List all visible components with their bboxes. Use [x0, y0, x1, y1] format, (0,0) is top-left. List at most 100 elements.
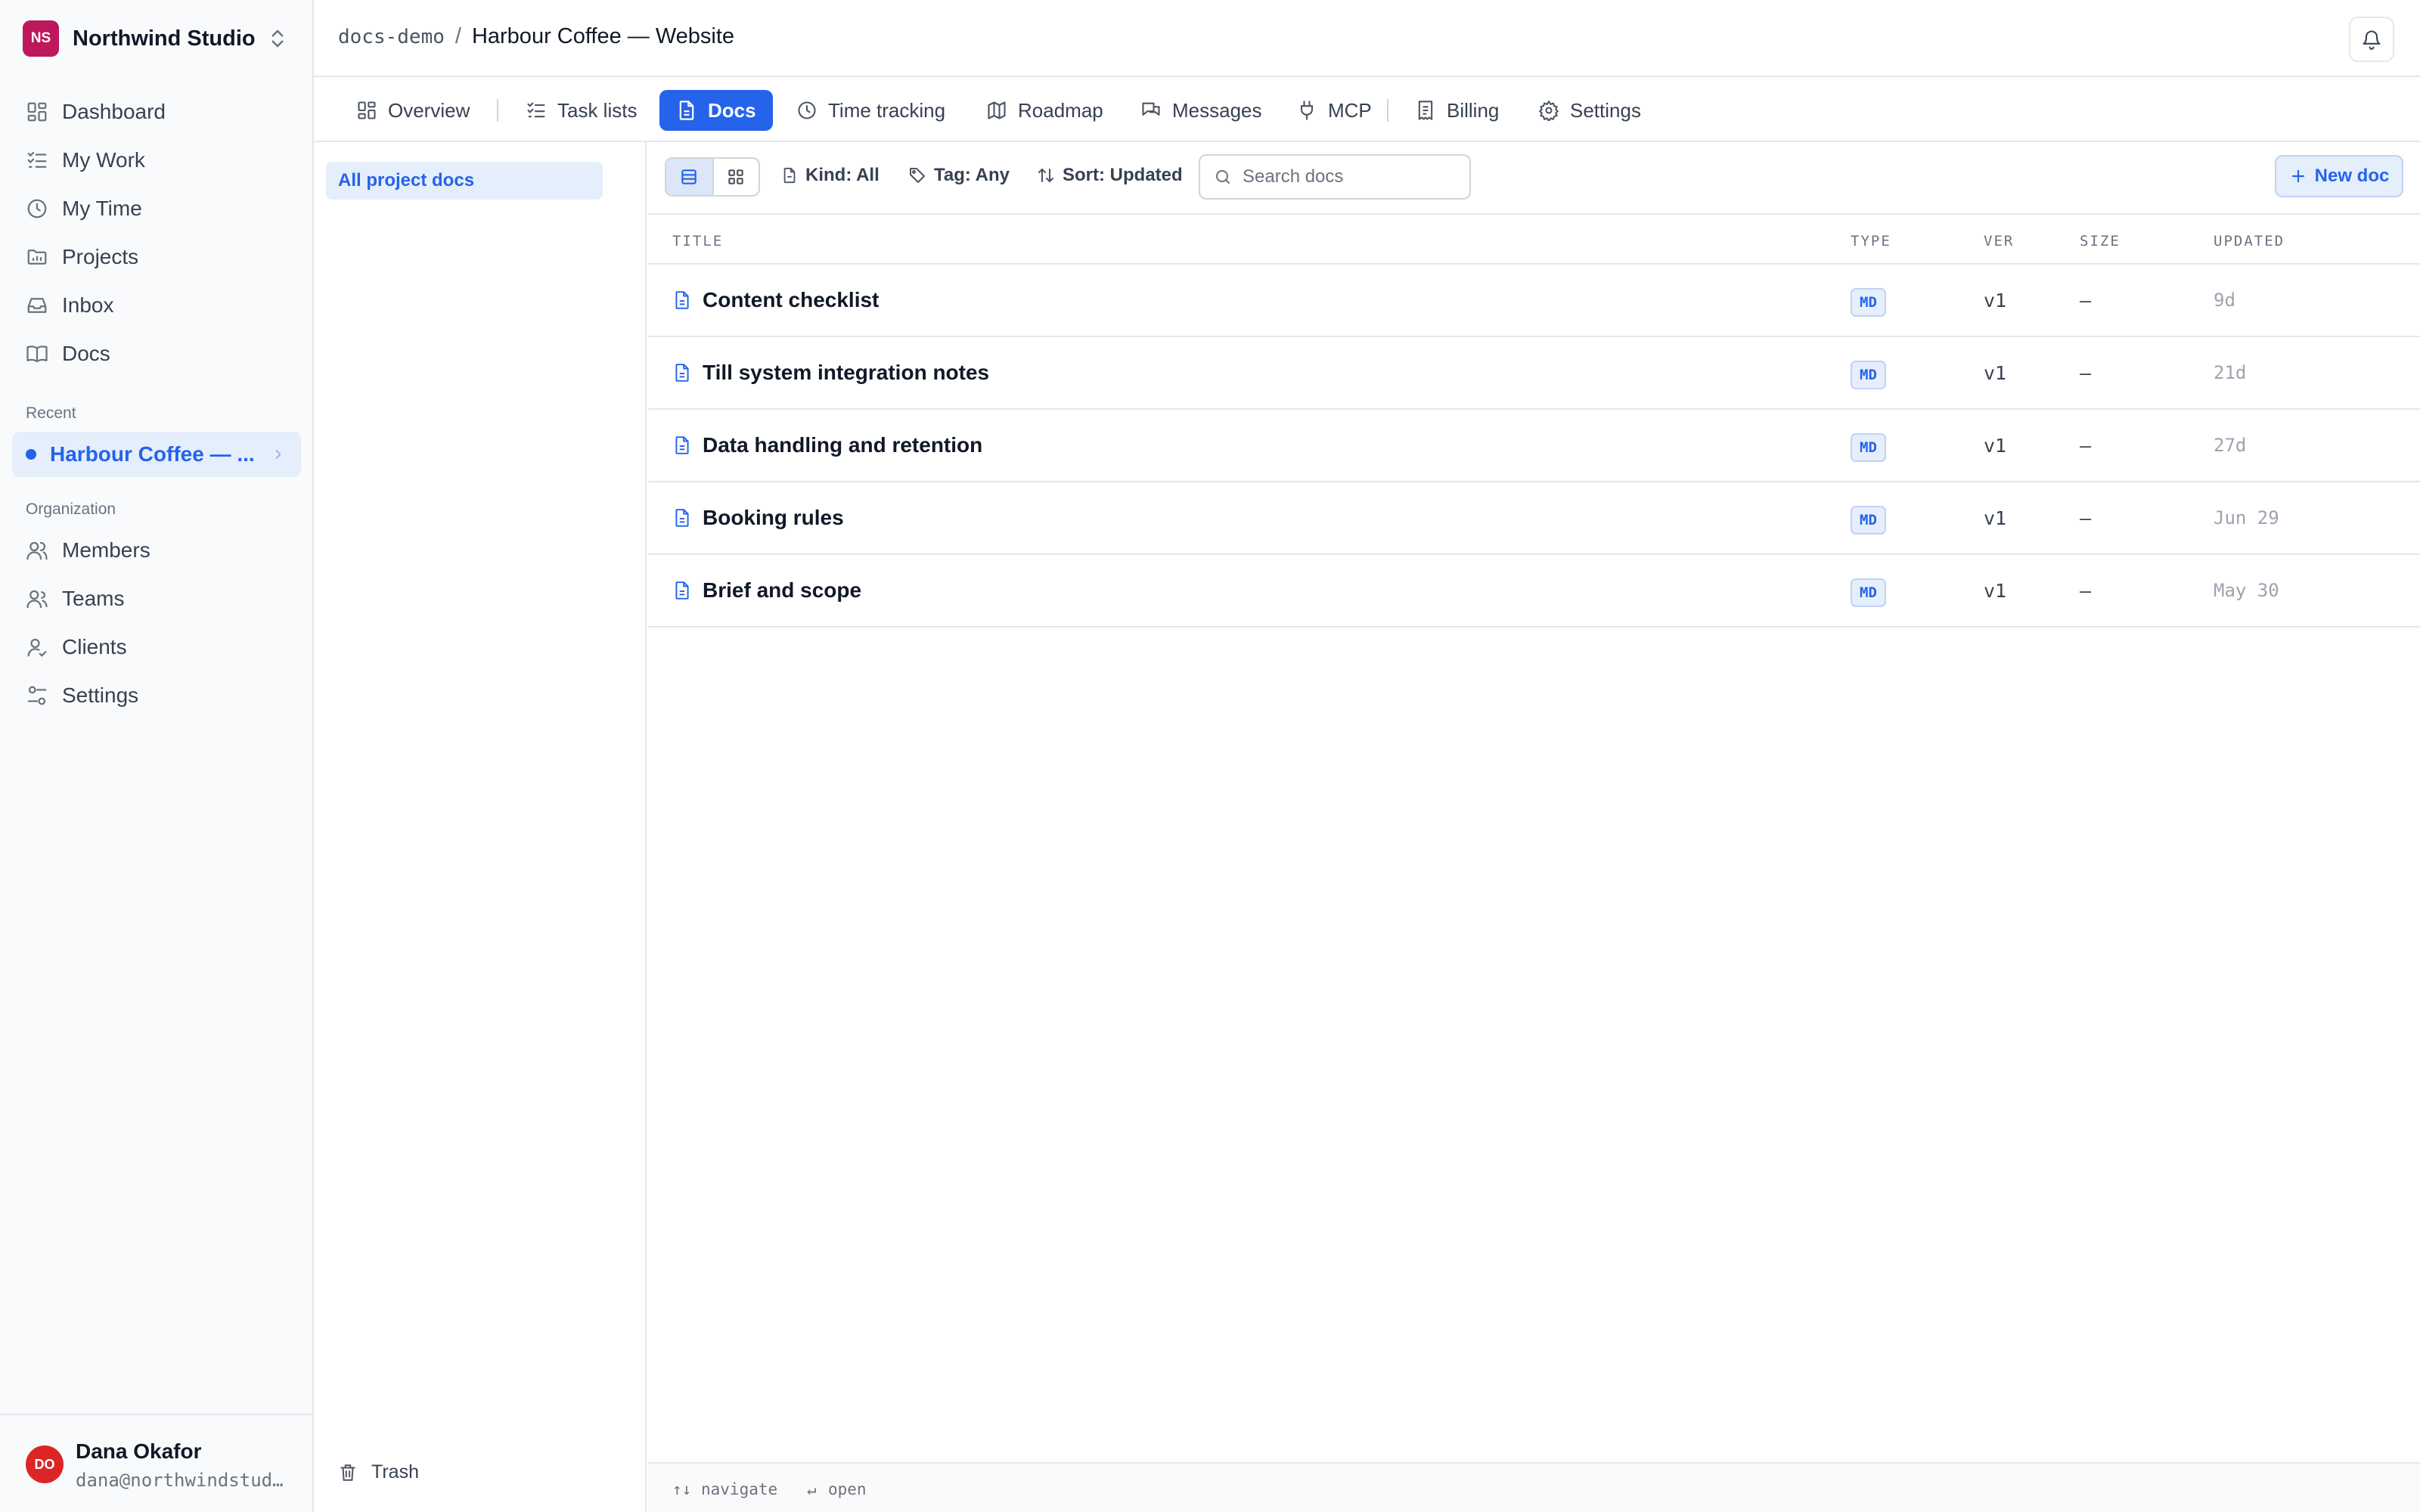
sidebar-item-teams[interactable]: Teams	[12, 578, 301, 620]
docs-main: Kind: All Tag: Any Sort: Updated New doc…	[648, 142, 2420, 1512]
kind-filter[interactable]: Kind: All	[781, 165, 880, 186]
tab-label: Roadmap	[1018, 98, 1103, 122]
sidebar-item-docs[interactable]: Docs	[12, 333, 301, 375]
sidebar-item-members[interactable]: Members	[12, 529, 301, 572]
doc-title: Data handling and retention	[703, 433, 983, 457]
team-icon	[26, 587, 48, 610]
trash-item[interactable]: Trash	[338, 1461, 419, 1483]
sidebar-item-settings[interactable]: Settings	[12, 674, 301, 717]
organization-section-label: Organization	[26, 500, 116, 518]
table-row[interactable]: Booking rules MD v1 — Jun 29	[648, 482, 2420, 555]
sidebar: NS Northwind Studio Dashboard My Work My…	[0, 0, 314, 1512]
doc-type-cell: MD	[1851, 555, 1886, 626]
tab-roadmap[interactable]: Roadmap	[977, 90, 1112, 131]
breadcrumb: docs-demo / Harbour Coffee — Website	[338, 24, 734, 49]
tab-divider	[1387, 99, 1388, 122]
sidebar-item-my-time[interactable]: My Time	[12, 187, 301, 230]
tab-time-tracking[interactable]: Time tracking	[787, 90, 954, 131]
column-header-type[interactable]: TYPE	[1851, 233, 1891, 249]
table-row[interactable]: Data handling and retention MD v1 — 27d	[648, 410, 2420, 482]
list-check-icon	[526, 100, 547, 121]
tab-messages[interactable]: Messages	[1131, 90, 1271, 131]
avatar: DO	[26, 1445, 64, 1483]
users-icon	[26, 539, 48, 562]
org-nav: Members Teams Clients Settings	[12, 529, 301, 723]
column-header-updated[interactable]: UPDATED	[2214, 233, 2285, 249]
sidebar-item-dashboard[interactable]: Dashboard	[12, 91, 301, 133]
tab-mcp[interactable]: MCP	[1287, 90, 1381, 131]
breadcrumb-project: Harbour Coffee — Website	[471, 24, 735, 48]
doc-title-cell: Data handling and retention	[672, 410, 982, 481]
table-row[interactable]: Content checklist MD v1 — 9d	[648, 265, 2420, 337]
bell-icon	[2361, 29, 2382, 50]
doc-type-cell: MD	[1851, 337, 1886, 408]
receipt-icon	[1415, 100, 1436, 121]
type-badge: MD	[1851, 288, 1886, 317]
doc-type-cell: MD	[1851, 410, 1886, 481]
recent-project-item[interactable]: Harbour Coffee — ...	[12, 432, 301, 477]
project-dot	[26, 449, 36, 460]
table-row[interactable]: Brief and scope MD v1 — May 30	[648, 555, 2420, 627]
tag-filter[interactable]: Tag: Any	[908, 165, 1010, 186]
keyboard-hints-bar: ↑↓ navigate ↵ open	[648, 1462, 2420, 1512]
breadcrumb-separator: /	[455, 24, 461, 48]
open-key-hint: ↵	[807, 1480, 817, 1498]
recent-project-label: Harbour Coffee — ...	[50, 442, 255, 466]
tab-docs[interactable]: Docs	[659, 90, 773, 131]
chevron-right-icon	[271, 447, 286, 462]
chevron-up-down-icon[interactable]	[266, 27, 289, 50]
user-profile[interactable]: DO Dana Okafor dana@northwindstud…	[0, 1414, 312, 1512]
org-logo: NS	[23, 20, 59, 57]
notifications-button[interactable]	[2349, 17, 2394, 62]
all-project-docs-item[interactable]: All project docs	[326, 162, 603, 200]
doc-updated: 9d	[2214, 290, 2235, 311]
gear-icon	[1538, 100, 1559, 121]
grid-view-icon	[726, 167, 746, 187]
table-row[interactable]: Till system integration notes MD v1 — 21…	[648, 337, 2420, 410]
doc-title: Booking rules	[703, 506, 844, 529]
org-switcher[interactable]: NS Northwind Studio	[23, 20, 295, 57]
tab-settings[interactable]: Settings	[1529, 90, 1650, 131]
column-header-size[interactable]: SIZE	[2080, 233, 2121, 249]
folder-icon	[26, 246, 48, 268]
doc-version: v1	[1984, 579, 2007, 602]
sidebar-item-clients[interactable]: Clients	[12, 626, 301, 668]
document-icon	[672, 508, 692, 528]
doc-version: v1	[1984, 434, 2007, 457]
column-header-ver[interactable]: VER	[1984, 233, 2014, 249]
dashboard-icon	[26, 101, 48, 123]
doc-title-cell: Till system integration notes	[672, 337, 989, 408]
tab-label: Billing	[1447, 98, 1500, 122]
view-toggle	[665, 157, 760, 197]
sidebar-item-label: Clients	[62, 635, 127, 658]
file-type-icon	[781, 167, 798, 184]
docs-toolbar: Kind: All Tag: Any Sort: Updated New doc	[648, 142, 2420, 215]
tab-task-lists[interactable]: Task lists	[517, 90, 646, 131]
list-check-icon	[26, 149, 48, 172]
messages-icon	[1140, 100, 1162, 121]
sidebar-item-my-work[interactable]: My Work	[12, 139, 301, 181]
sidebar-item-label: Members	[62, 538, 150, 562]
sidebar-item-label: Settings	[62, 683, 139, 707]
grid-view-button[interactable]	[712, 159, 759, 195]
sort-control[interactable]: Sort: Updated	[1037, 165, 1183, 186]
clock-icon	[796, 100, 818, 121]
tab-billing[interactable]: Billing	[1406, 90, 1508, 131]
doc-title: Brief and scope	[703, 578, 862, 602]
navigate-key-hint: ↑↓	[672, 1480, 692, 1498]
grid-icon	[356, 100, 377, 121]
doc-title-cell: Brief and scope	[672, 555, 861, 626]
user-email: dana@northwindstud…	[76, 1470, 284, 1491]
list-view-button[interactable]	[666, 159, 712, 195]
new-doc-button[interactable]: New doc	[2275, 155, 2403, 197]
type-badge: MD	[1851, 506, 1886, 534]
tab-overview[interactable]: Overview	[347, 90, 479, 131]
column-header-title[interactable]: TITLE	[672, 233, 723, 249]
table-header: TITLE TYPE VER SIZE UPDATED	[648, 215, 2420, 265]
breadcrumb-workspace[interactable]: docs-demo	[338, 26, 445, 48]
search-input[interactable]	[1243, 166, 1462, 187]
sort-icon	[1037, 166, 1055, 184]
tab-label: Docs	[708, 98, 756, 122]
sidebar-item-inbox[interactable]: Inbox	[12, 284, 301, 327]
sidebar-item-projects[interactable]: Projects	[12, 236, 301, 278]
